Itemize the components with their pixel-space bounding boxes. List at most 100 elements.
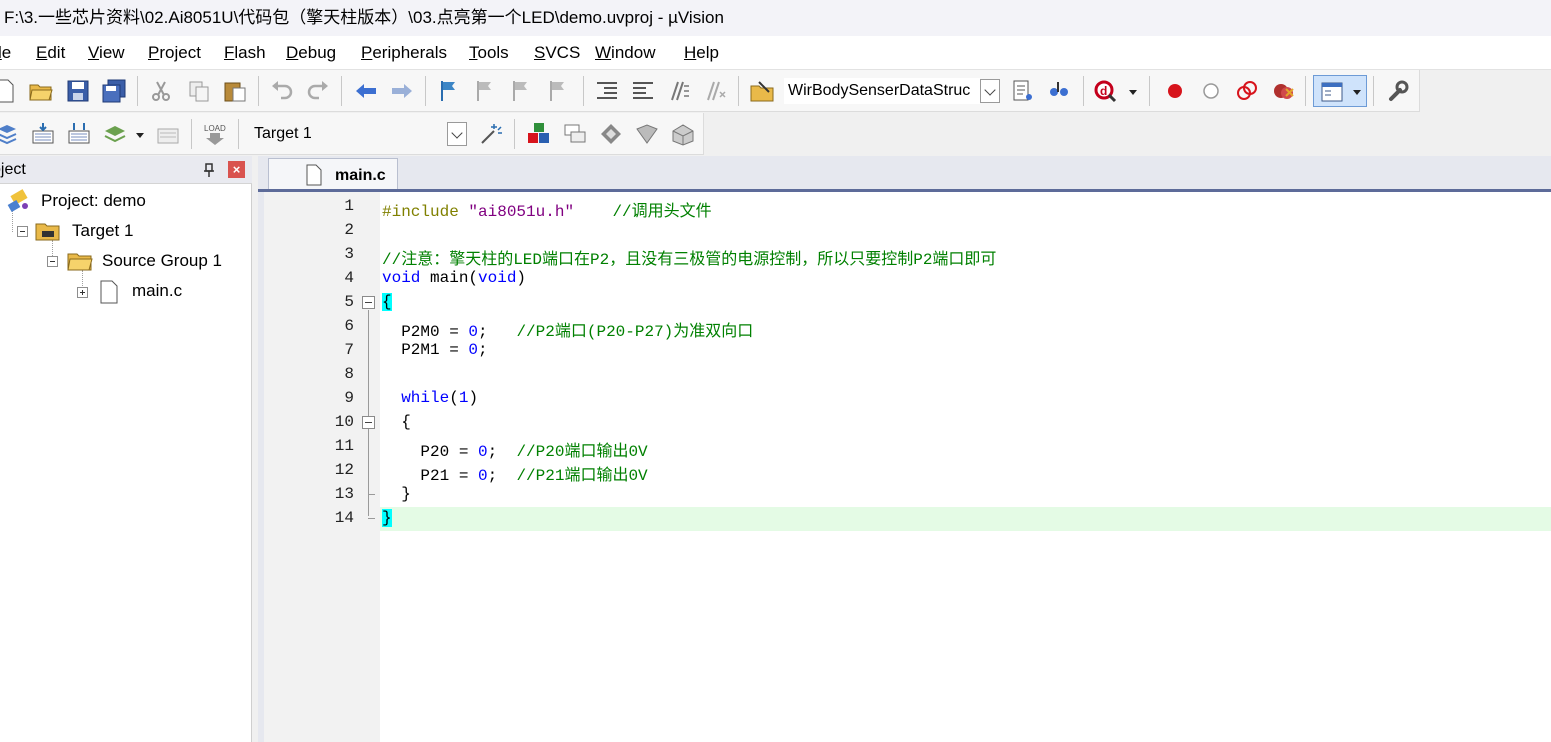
target-select-dropdown[interactable] — [447, 122, 467, 146]
tree-expander-target[interactable] — [17, 226, 28, 237]
file-extensions-icon[interactable] — [562, 121, 588, 147]
tab-label: main.c — [335, 167, 386, 184]
window-layout-button[interactable] — [1313, 75, 1367, 107]
code-comment: //P20端口输出0V — [516, 443, 648, 461]
redo-icon[interactable] — [305, 78, 331, 104]
toolbar-separator — [1373, 76, 1374, 106]
bookmark-next-icon[interactable] — [508, 78, 534, 104]
copy-icon[interactable] — [186, 78, 212, 104]
breakpoint-kill-all-icon[interactable] — [1270, 78, 1296, 104]
save-icon[interactable] — [65, 78, 91, 104]
manage-components-icon[interactable] — [526, 121, 552, 147]
menu-svcs[interactable]: SVCS — [534, 36, 580, 70]
save-all-icon[interactable] — [101, 78, 127, 104]
menu-peripherals[interactable]: Peripherals — [361, 36, 447, 70]
code-text: ( — [449, 389, 459, 407]
debug-session-icon[interactable]: d — [1093, 78, 1119, 104]
menu-view[interactable]: View — [88, 36, 125, 70]
indent-icon[interactable] — [594, 78, 620, 104]
project-panel-title: oject — [0, 161, 26, 178]
open-folder-icon[interactable] — [28, 78, 54, 104]
tree-expander-group[interactable] — [47, 256, 58, 267]
configure-wrench-icon[interactable] — [1385, 78, 1411, 104]
line-number: 6 — [344, 317, 354, 335]
code-line-5: { — [382, 293, 392, 311]
toolbar-separator — [425, 76, 426, 106]
menu-file[interactable]: le — [0, 36, 11, 70]
line-number: 3 — [344, 245, 354, 263]
fold-toggle[interactable] — [362, 416, 375, 429]
tree-target[interactable]: Target 1 — [72, 220, 133, 242]
nav-forward-icon[interactable] — [389, 78, 415, 104]
menu-flash[interactable]: Flash — [224, 36, 266, 70]
line-number: 2 — [344, 221, 354, 239]
code-line-4: void main(void) — [382, 269, 526, 287]
window-layout-icon — [1321, 82, 1343, 102]
code-line-12: P21 = 0; //P21端口输出0V — [382, 461, 647, 485]
stop-build-icon[interactable] — [155, 121, 181, 147]
rebuild-icon[interactable] — [66, 121, 92, 147]
find-combo-dropdown[interactable] — [980, 79, 1000, 103]
batch-build-icon[interactable] — [102, 121, 128, 147]
manage-rte-icon[interactable] — [598, 121, 624, 147]
c-file-icon — [306, 164, 322, 186]
select-packs-icon[interactable] — [634, 121, 660, 147]
toolbar-separator — [738, 76, 739, 106]
tree-expander-file[interactable] — [77, 287, 88, 298]
comment-icon[interactable] — [666, 78, 692, 104]
unindent-icon[interactable] — [630, 78, 656, 104]
code-line-11: P20 = 0; //P20端口输出0V — [382, 437, 648, 461]
download-load-icon[interactable]: LOAD — [202, 121, 228, 147]
tab-main-c[interactable]: main.c — [268, 158, 398, 190]
bookmark-clear-icon[interactable] — [545, 78, 571, 104]
code-text: ) — [468, 389, 479, 407]
breakpoint-icon[interactable] — [1162, 78, 1188, 104]
preprocessor-directive: #include — [382, 203, 459, 221]
group-folder-icon — [67, 253, 93, 271]
build-icon[interactable] — [30, 121, 56, 147]
target-select[interactable]: Target 1 — [250, 121, 446, 147]
number-literal: 0 — [468, 341, 479, 359]
line-number: 9 — [344, 389, 354, 407]
menu-debug[interactable]: Debug — [286, 36, 336, 70]
matched-brace: } — [382, 509, 392, 527]
tree-project[interactable]: Project: demo — [41, 190, 146, 212]
cut-icon[interactable] — [148, 78, 174, 104]
pack-installer-icon[interactable] — [670, 121, 696, 147]
translate-icon[interactable] — [0, 121, 20, 147]
tree-source-group[interactable]: Source Group 1 — [102, 250, 222, 272]
menu-tools[interactable]: Tools — [469, 36, 509, 70]
menu-help[interactable]: Help — [684, 36, 719, 70]
project-icon — [7, 189, 28, 212]
incremental-find-icon[interactable] — [1010, 78, 1036, 104]
string-literal: "ai8051u.h" — [468, 203, 575, 221]
debug-dropdown-caret[interactable] — [1129, 90, 1137, 95]
find-in-files-icon[interactable] — [749, 78, 775, 104]
undo-icon[interactable] — [269, 78, 295, 104]
c-file-icon — [100, 280, 118, 304]
menu-edit[interactable]: Edit — [36, 36, 65, 70]
breakpoint-disable-all-icon[interactable] — [1234, 78, 1260, 104]
target-folder-icon — [35, 223, 60, 241]
fold-toggle[interactable] — [362, 296, 375, 309]
menu-project[interactable]: Project — [148, 36, 201, 70]
close-icon[interactable]: × — [228, 161, 245, 178]
uncomment-icon[interactable] — [702, 78, 728, 104]
paste-icon[interactable] — [222, 78, 248, 104]
bookmark-prev-icon[interactable] — [472, 78, 498, 104]
target-options-icon[interactable] — [478, 121, 504, 147]
bookmark-toggle-icon[interactable] — [436, 78, 462, 104]
new-file-icon[interactable] — [0, 78, 18, 104]
nav-back-icon[interactable] — [353, 78, 379, 104]
svg-text:d: d — [1100, 84, 1107, 98]
menu-window[interactable]: Window — [595, 36, 655, 70]
fold-guide — [368, 310, 369, 516]
tree-file-main[interactable]: main.c — [132, 280, 182, 302]
pin-icon[interactable] — [202, 162, 216, 178]
browse-icon[interactable] — [1046, 78, 1072, 104]
find-combo[interactable]: WirBodySenserDataStruc — [784, 78, 980, 104]
number-literal: 0 — [478, 443, 488, 461]
code-text: P2M1 = — [382, 341, 469, 359]
batch-dropdown-caret[interactable] — [136, 133, 144, 138]
breakpoint-disable-icon[interactable] — [1198, 78, 1224, 104]
